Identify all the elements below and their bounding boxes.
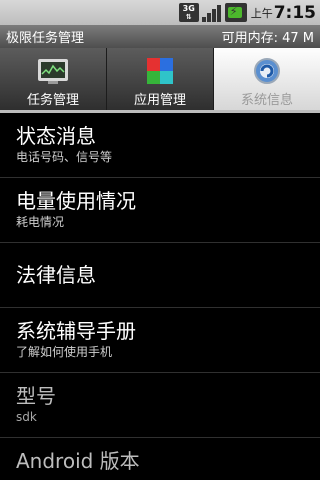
item-subtitle: 了解如何使用手机 [16, 345, 113, 359]
clock-ampm: 上午 [250, 6, 273, 20]
item-subtitle: 耗电情况 [16, 215, 65, 229]
item-title: 电量使用情况 [16, 189, 136, 213]
settings-list: 状态消息 电话号码、信号等 电量使用情况 耗电情况 法律信息 系统辅导手册 了解… [0, 113, 320, 480]
tab-system-info[interactable]: 系统信息 [214, 48, 320, 111]
app-title: 极限任务管理 [6, 31, 85, 46]
item-title: 状态消息 [16, 124, 96, 148]
tab-label: 应用管理 [133, 93, 186, 108]
app-cubes-icon [147, 58, 173, 84]
battery-charging-icon [224, 3, 247, 22]
clock-time: 7:15 [273, 2, 316, 23]
3g-data-icon: 3G ⇅ [178, 3, 199, 22]
list-item-battery-use[interactable]: 电量使用情况 耗电情况 [0, 178, 320, 243]
item-title: 法律信息 [16, 263, 96, 287]
list-item-model: 型号 sdk [0, 373, 320, 438]
tab-task-manager[interactable]: 任务管理 [0, 48, 107, 111]
title-bar: 极限任务管理 可用内存: 47 M [0, 25, 320, 48]
item-title: 型号 [16, 384, 56, 408]
item-title: 系统辅导手册 [16, 319, 136, 343]
list-item-tutorial[interactable]: 系统辅导手册 了解如何使用手机 [0, 308, 320, 373]
tab-label: 任务管理 [26, 93, 79, 108]
item-subtitle: 电话号码、信号等 [16, 150, 113, 164]
available-memory: 可用内存: 47 M [221, 31, 314, 46]
list-item-android-version: Android 版本 [0, 438, 320, 480]
item-subtitle: sdk [16, 410, 37, 424]
tab-bar: 任务管理 应用管理 系统信息 [0, 48, 320, 111]
monitor-icon [38, 59, 68, 84]
tab-app-manager[interactable]: 应用管理 [107, 48, 214, 111]
list-item-legal[interactable]: 法律信息 [0, 243, 320, 308]
item-title: Android 版本 [16, 449, 140, 473]
signal-icon [201, 3, 222, 22]
system-gear-icon [254, 58, 280, 84]
tab-label: 系统信息 [240, 93, 293, 108]
network-label: 3G [182, 3, 195, 13]
status-bar: 3G ⇅ 上午 7:15 [0, 0, 320, 25]
list-item-status[interactable]: 状态消息 电话号码、信号等 [0, 113, 320, 178]
